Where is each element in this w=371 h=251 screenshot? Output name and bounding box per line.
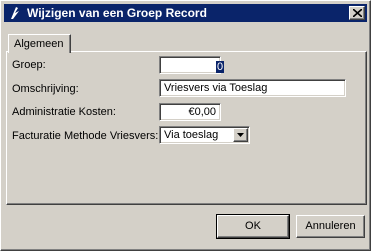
admin-kosten-value: €0,00 (188, 106, 216, 118)
omschrijving-label: Omschrijving: (12, 83, 79, 95)
groep-field[interactable]: 0 (159, 56, 225, 74)
ok-button[interactable]: OK (216, 214, 290, 239)
dropdown-button[interactable] (233, 128, 248, 142)
close-icon (353, 9, 362, 17)
app-icon (7, 5, 23, 21)
facturatie-select[interactable]: Via toeslag (159, 126, 250, 144)
facturatie-label: Facturatie Methode Vriesvers: (12, 130, 159, 142)
omschrijving-value: Vriesvers via Toeslag (164, 82, 268, 94)
dialog-window: Wijzigen van een Groep Record Algemeen G… (0, 0, 371, 251)
chevron-down-icon (237, 133, 244, 137)
window-title: Wijzigen van een Groep Record (27, 6, 207, 20)
tab-label: Algemeen (14, 38, 64, 50)
groep-label: Groep: (12, 59, 46, 71)
admin-kosten-field[interactable]: €0,00 (159, 103, 221, 121)
admin-kosten-label: Administratie Kosten: (12, 106, 116, 118)
title-bar[interactable]: Wijzigen van een Groep Record (4, 4, 367, 22)
facturatie-value: Via toeslag (164, 129, 219, 141)
cancel-button[interactable]: Annuleren (296, 215, 365, 238)
groep-value: 0 (216, 61, 225, 73)
omschrijving-field[interactable]: Vriesvers via Toeslag (159, 79, 346, 97)
tab-algemeen[interactable]: Algemeen (8, 34, 71, 53)
close-button[interactable] (349, 6, 365, 20)
